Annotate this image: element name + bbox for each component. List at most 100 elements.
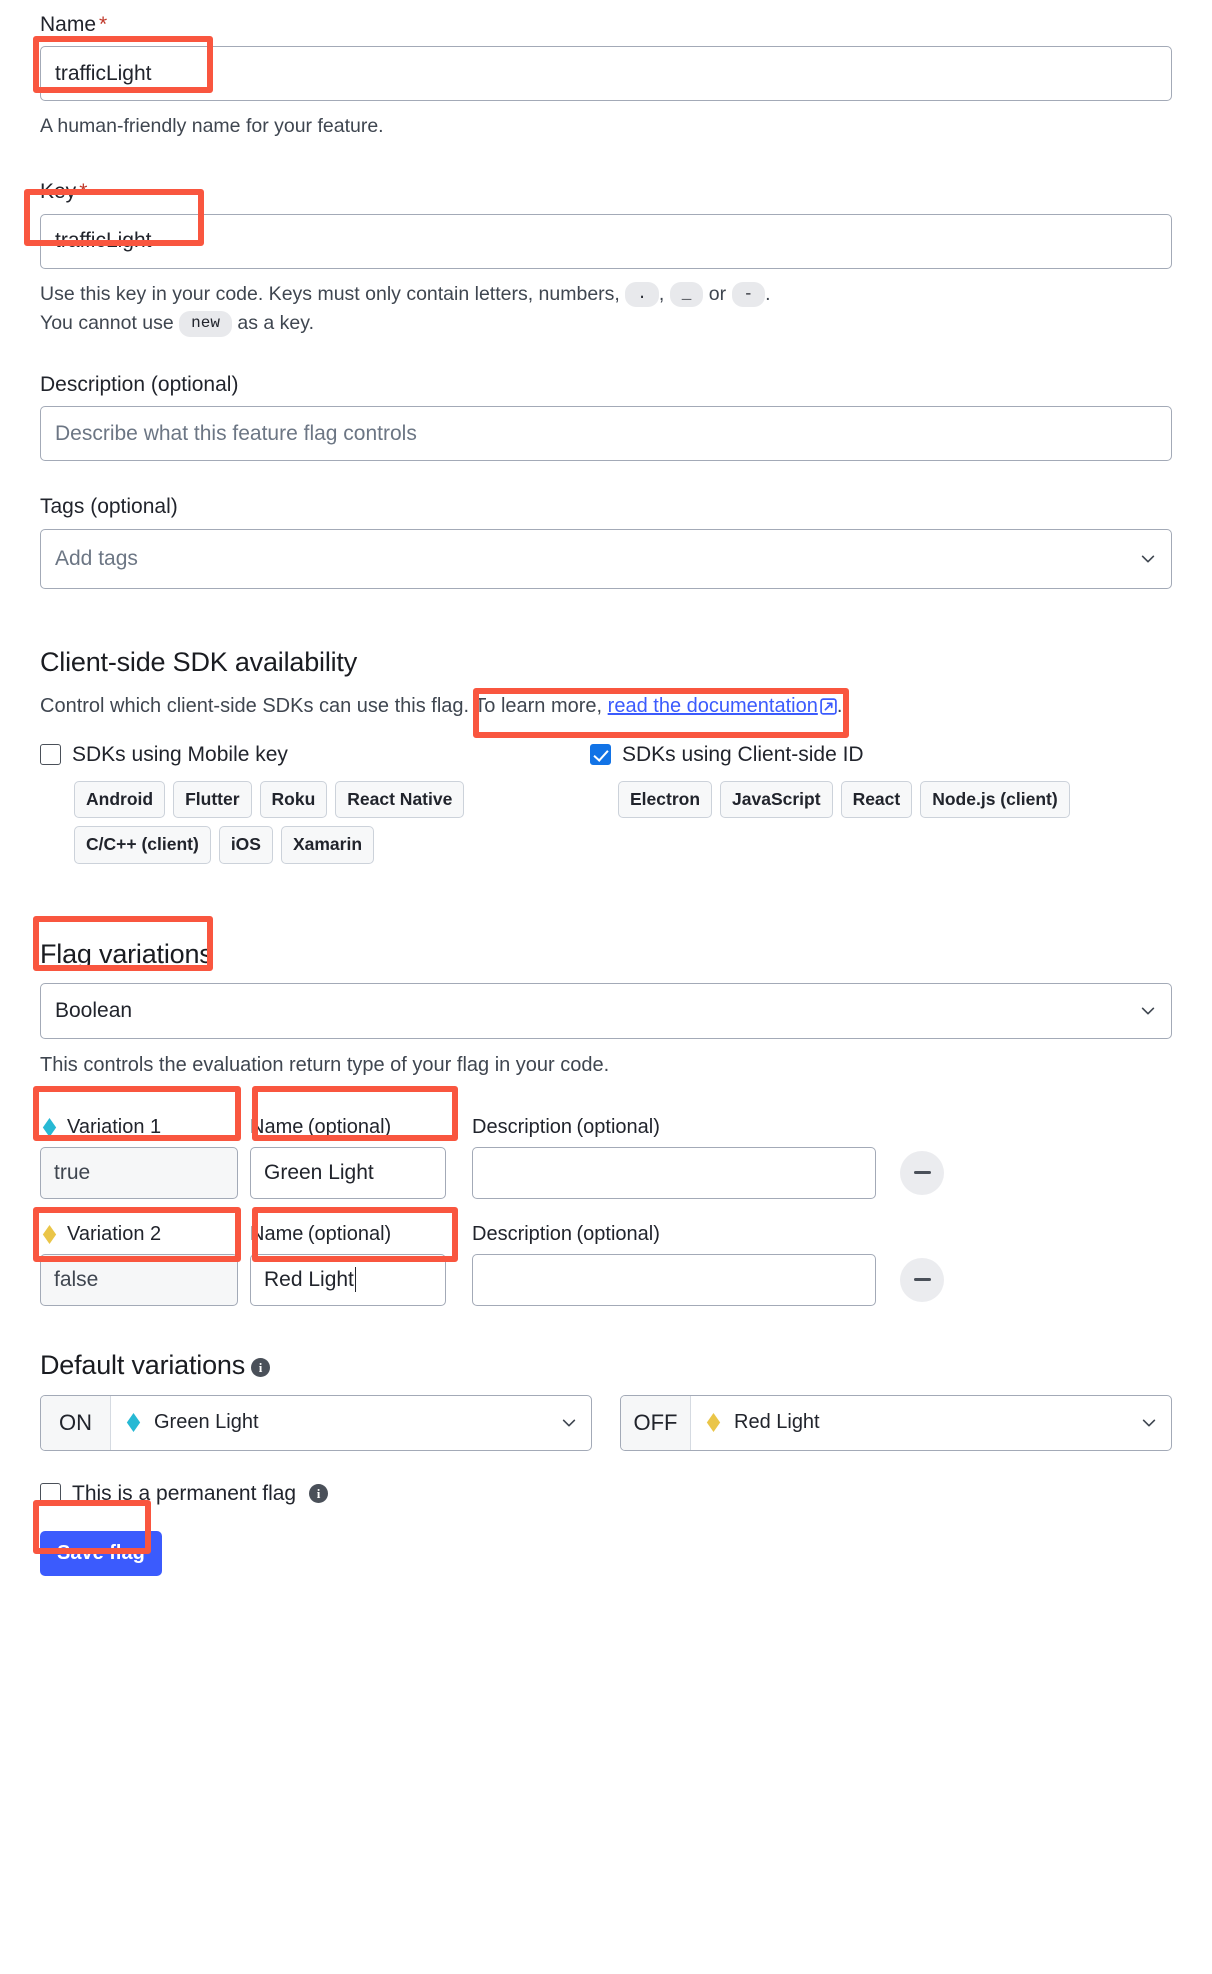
variation-type-help-text: This controls the evaluation return type…: [40, 1053, 610, 1076]
variation-name-header: Name (optional): [250, 1223, 472, 1246]
default-variation-off-tag: OFF: [621, 1395, 691, 1450]
chevron-down-icon: [562, 1419, 576, 1427]
variation-description-input[interactable]: [472, 1146, 876, 1199]
sdk-mobile-chip-list: Android Flutter Roku React Native C/C++ …: [74, 780, 474, 864]
chevron-down-icon: [1142, 1419, 1156, 1427]
permanent-flag-checkbox-row[interactable]: This is a permanent flag i: [40, 1482, 1172, 1506]
name-help-text: A human-friendly name for your feature.: [40, 115, 384, 138]
tags-field-group: Tags (optional) Add tags: [40, 494, 1172, 589]
key-input-value: trafficLight: [55, 229, 152, 253]
variation-color-diamond-icon: [126, 1413, 141, 1433]
variation-name-text: Green Light: [264, 1160, 374, 1184]
key-label-text: Key: [40, 180, 77, 204]
variation-value-cell: false: [40, 1253, 250, 1306]
chevron-down-icon: [1141, 554, 1155, 563]
sdk-chip-c-cpp-client: C/C++ (client): [74, 826, 211, 864]
variation-value-text: true: [54, 1160, 91, 1184]
sdk-chip-react: React: [840, 780, 913, 819]
permanent-flag-checkbox[interactable]: [40, 1483, 61, 1505]
remove-variation-button[interactable]: [900, 1150, 944, 1195]
key-help-line1: Use this key in your code. Keys must onl…: [40, 282, 620, 305]
minus-icon: [913, 1278, 931, 1282]
flag-variations-title: Flag variations: [40, 938, 213, 969]
tags-select[interactable]: Add tags: [40, 528, 1172, 589]
variation-description-header-optional: (optional): [576, 1115, 660, 1138]
variation-description-header: Description (optional): [472, 1116, 1172, 1139]
variation-type-select[interactable]: Boolean: [40, 982, 1172, 1039]
sdk-chip-electron: Electron: [618, 780, 713, 819]
variation-title-cell: Variation 1: [40, 1116, 250, 1139]
variation-name-header: Name (optional): [250, 1116, 472, 1139]
remove-variation-button[interactable]: [900, 1257, 944, 1302]
variation-remove-cell: [900, 1257, 944, 1302]
variation-name-input[interactable]: Green Light: [250, 1146, 446, 1199]
key-input[interactable]: trafficLight: [40, 213, 1172, 269]
default-variation-on-tag: ON: [41, 1395, 111, 1450]
info-icon[interactable]: i: [309, 1484, 329, 1504]
sdk-mobile-column: SDKs using Mobile key Android Flutter Ro…: [40, 743, 590, 864]
key-help-period: .: [765, 282, 771, 305]
description-input[interactable]: Describe what this feature flag controls: [40, 406, 1172, 462]
minus-icon: [913, 1171, 931, 1175]
name-input[interactable]: trafficLight: [40, 46, 1172, 102]
variation-value-text: false: [54, 1267, 99, 1291]
key-required-asterisk: *: [79, 180, 88, 204]
external-link-icon[interactable]: [820, 694, 837, 724]
read-documentation-link[interactable]: read the documentation: [608, 695, 818, 717]
variation-description-input[interactable]: [472, 1253, 876, 1306]
description-label-text: Description: [40, 373, 146, 397]
key-help-comma: ,: [658, 282, 665, 305]
default-variation-off-select[interactable]: OFF Red Light: [620, 1394, 1172, 1451]
sdk-chip-nodejs-client: Node.js (client): [920, 780, 1070, 819]
variation-name-cell: Green Light: [250, 1146, 472, 1199]
variation-title: Variation 1: [67, 1115, 162, 1138]
variation-type-select-value: Boolean: [55, 998, 133, 1022]
sdks-mobile-key-checkbox[interactable]: [40, 744, 61, 765]
sdk-chip-xamarin: Xamarin: [280, 826, 375, 864]
variation-color-diamond-icon: [42, 1117, 57, 1137]
name-required-asterisk: *: [99, 13, 108, 36]
sdks-client-side-id-checkbox-row[interactable]: SDKs using Client-side ID: [590, 743, 1172, 767]
sdk-description-tail: .: [836, 694, 843, 717]
variation-description-header: Description (optional): [472, 1223, 1172, 1246]
sdk-availability-section: Client-side SDK availability Control whi…: [40, 647, 1172, 864]
tags-optional-text: (optional): [90, 495, 178, 519]
sdk-section-description: Control which client-side SDKs can use t…: [40, 691, 1172, 724]
info-icon[interactable]: i: [251, 1358, 271, 1378]
variation-row-headers: Variation 2 Name (optional) Description …: [40, 1223, 1172, 1246]
sdk-chip-javascript: JavaScript: [720, 780, 833, 819]
sdk-client-side-id-chip-list: Electron JavaScript React Node.js (clien…: [618, 780, 1172, 819]
description-label: Description (optional): [40, 372, 1172, 397]
sdks-mobile-key-label: SDKs using Mobile key: [72, 742, 288, 766]
variation-name-text: Red Light: [264, 1267, 354, 1291]
variation-row-inputs: false Red Light: [40, 1253, 1172, 1306]
key-chip-underscore: _: [669, 281, 704, 308]
sdks-client-side-id-checkbox[interactable]: [590, 744, 611, 765]
default-variation-on-select[interactable]: ON Green Light: [40, 1394, 592, 1451]
default-variation-on-value: Green Light: [154, 1411, 259, 1434]
description-field-group: Description (optional) Describe what thi…: [40, 372, 1172, 462]
key-label: Key *: [40, 179, 1172, 204]
variation-description-header-label: Description: [472, 1222, 573, 1245]
sdks-client-side-id-label: SDKs using Client-side ID: [622, 742, 864, 766]
save-flag-row: Save flag: [40, 1530, 1172, 1576]
default-variations-row: ON Green Light OFF Red Light: [40, 1394, 1172, 1451]
default-variations-title-row: Default variations i: [40, 1350, 1172, 1381]
variation-name-input[interactable]: Red Light: [250, 1253, 446, 1306]
sdk-chip-roku: Roku: [259, 780, 328, 819]
variation-name-header-label: Name: [250, 1222, 304, 1245]
variation-value-input[interactable]: false: [40, 1253, 238, 1306]
variation-value-input[interactable]: true: [40, 1146, 238, 1199]
variation-row-inputs: true Green Light: [40, 1146, 1172, 1199]
variation-description-cell: [472, 1253, 876, 1306]
default-variation-on-body: Green Light: [111, 1396, 591, 1450]
key-field-group: Key * trafficLight Use this key in your c…: [40, 179, 1172, 338]
variation-name-header-label: Name: [250, 1115, 304, 1138]
key-help-or: or: [708, 282, 727, 305]
sdk-chip-react-native: React Native: [335, 780, 465, 819]
sdks-mobile-key-checkbox-row[interactable]: SDKs using Mobile key: [40, 743, 590, 767]
text-caret: [354, 1267, 357, 1293]
sdk-chip-flutter: Flutter: [173, 780, 252, 819]
name-label: Name *: [40, 12, 1172, 37]
save-flag-button[interactable]: Save flag: [40, 1530, 162, 1576]
